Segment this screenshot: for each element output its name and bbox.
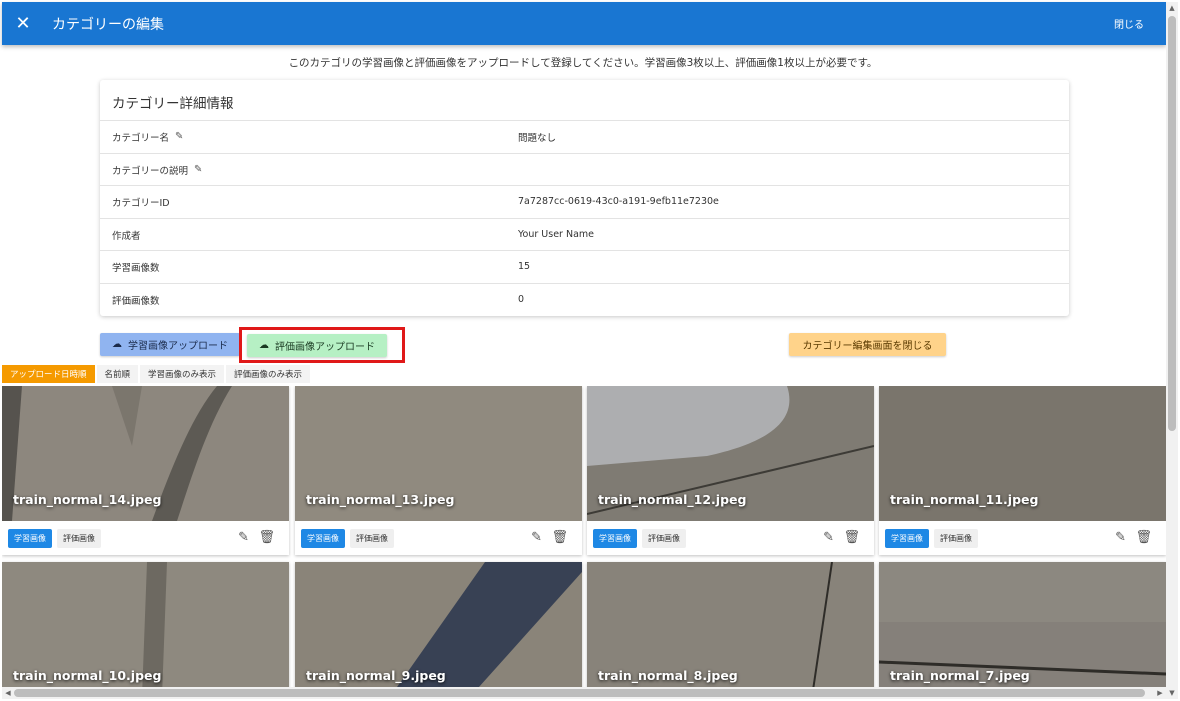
image-thumbnail[interactable]: train_normal_13.jpeg: [295, 386, 582, 521]
close-edit-label: カテゴリー編集画面を閉じる: [802, 341, 933, 352]
detail-row-eval-count: 評価画像数 0: [100, 283, 1069, 315]
pencil-icon[interactable]: ✎: [175, 131, 183, 142]
detail-value: 0: [518, 294, 525, 305]
close-icon[interactable]: ✕: [4, 13, 42, 34]
image-thumbnail[interactable]: train_normal_10.jpeg: [2, 562, 289, 688]
cloud-upload-icon: ☁: [112, 339, 122, 350]
image-card: train_normal_9.jpeg: [295, 562, 582, 688]
sort-tabs: アップロード日時順 名前順 学習画像のみ表示 評価画像のみ表示: [2, 365, 312, 383]
image-actions: 学習画像 評価画像 ✎ 🗑: [587, 521, 874, 555]
close-button[interactable]: 閉じる: [1114, 16, 1144, 31]
image-filename: train_normal_12.jpeg: [598, 492, 747, 507]
eval-chip[interactable]: 評価画像: [934, 528, 978, 548]
image-filename: train_normal_13.jpeg: [306, 492, 455, 507]
upload-train-label: 学習画像アップロード: [128, 341, 228, 352]
trash-icon[interactable]: 🗑: [1135, 530, 1152, 545]
image-actions: 学習画像 評価画像 ✎ 🗑: [879, 521, 1166, 555]
tab-upload-date[interactable]: アップロード日時順: [2, 365, 95, 383]
image-thumbnail[interactable]: train_normal_9.jpeg: [295, 562, 582, 688]
image-card: train_normal_7.jpeg: [879, 562, 1166, 688]
image-thumbnail[interactable]: train_normal_8.jpeg: [587, 562, 874, 688]
scroll-left-icon[interactable]: ◀: [2, 687, 14, 699]
scroll-up-icon[interactable]: ▲: [1166, 2, 1178, 14]
card-title: カテゴリー詳細情報: [112, 96, 234, 112]
train-chip[interactable]: 学習画像: [885, 528, 929, 548]
detail-row-name: カテゴリー名 ✎ 問題なし: [100, 120, 1069, 152]
detail-label: カテゴリーID: [112, 197, 170, 209]
detail-row-id: カテゴリーID 7a7287cc-0619-43c0-a191-9efb11e7…: [100, 185, 1069, 217]
category-details-card: カテゴリー詳細情報 カテゴリー名 ✎ 問題なし カテゴリーの説明 ✎ カテゴリーID…: [100, 80, 1069, 316]
train-chip[interactable]: 学習画像: [8, 528, 52, 548]
detail-label: カテゴリー名: [112, 132, 170, 144]
image-filename: train_normal_11.jpeg: [890, 492, 1039, 507]
detail-label: 評価画像数: [112, 295, 160, 307]
scroll-right-icon[interactable]: ▶: [1154, 687, 1166, 699]
scrollbar-thumb[interactable]: [14, 689, 1145, 697]
train-chip[interactable]: 学習画像: [593, 528, 637, 548]
detail-value: Your User Name: [518, 229, 594, 240]
image-grid: train_normal_14.jpeg 学習画像 評価画像 ✎ 🗑 train…: [2, 386, 1168, 688]
vertical-scrollbar[interactable]: ▲ ▼: [1166, 2, 1178, 699]
upload-train-button[interactable]: ☁ 学習画像アップロード: [100, 333, 240, 356]
eval-chip[interactable]: 評価画像: [642, 528, 686, 548]
image-card: train_normal_11.jpeg 学習画像 評価画像 ✎ 🗑: [879, 386, 1166, 555]
scrollbar-thumb[interactable]: [1168, 16, 1176, 431]
image-filename: train_normal_14.jpeg: [13, 492, 162, 507]
image-thumbnail[interactable]: train_normal_14.jpeg: [2, 386, 289, 521]
image-card: train_normal_13.jpeg 学習画像 評価画像 ✎ 🗑: [295, 386, 582, 555]
pencil-icon[interactable]: ✎: [1115, 530, 1126, 545]
image-card: train_normal_12.jpeg 学習画像 評価画像 ✎ 🗑: [587, 386, 874, 555]
image-thumbnail[interactable]: train_normal_12.jpeg: [587, 386, 874, 521]
image-card: train_normal_14.jpeg 学習画像 評価画像 ✎ 🗑: [2, 386, 289, 555]
image-card: train_normal_8.jpeg: [587, 562, 874, 688]
pencil-icon[interactable]: ✎: [823, 530, 834, 545]
detail-row-description: カテゴリーの説明 ✎: [100, 153, 1069, 185]
dialog-title: カテゴリーの編集: [52, 16, 164, 33]
train-chip[interactable]: 学習画像: [301, 528, 345, 548]
image-thumbnail[interactable]: train_normal_7.jpeg: [879, 562, 1166, 688]
trash-icon[interactable]: 🗑: [551, 530, 568, 545]
image-actions: 学習画像 評価画像 ✎ 🗑: [2, 521, 289, 555]
instruction-text: このカテゴリの学習画像と評価画像をアップロードして登録してください。学習画像3枚…: [288, 57, 878, 69]
close-edit-button[interactable]: カテゴリー編集画面を閉じる: [789, 333, 946, 356]
eval-chip[interactable]: 評価画像: [350, 528, 394, 548]
tab-train-only[interactable]: 学習画像のみ表示: [140, 365, 225, 383]
detail-label: カテゴリーの説明: [112, 165, 189, 177]
pencil-icon[interactable]: ✎: [194, 164, 202, 175]
trash-icon[interactable]: 🗑: [258, 530, 275, 545]
pencil-icon[interactable]: ✎: [238, 530, 249, 545]
detail-value: 問題なし: [518, 132, 557, 144]
image-thumbnail[interactable]: train_normal_11.jpeg: [879, 386, 1166, 521]
horizontal-scrollbar[interactable]: ◀ ▶: [2, 687, 1166, 699]
detail-label: 学習画像数: [112, 262, 160, 274]
detail-row-creator: 作成者 Your User Name: [100, 218, 1069, 250]
detail-label: 作成者: [112, 230, 141, 242]
trash-icon[interactable]: 🗑: [843, 530, 860, 545]
detail-value: 15: [518, 261, 531, 272]
scroll-down-icon[interactable]: ▼: [1166, 687, 1178, 699]
tab-eval-only[interactable]: 評価画像のみ表示: [226, 365, 311, 383]
tab-name[interactable]: 名前順: [96, 365, 139, 383]
image-filename: train_normal_7.jpeg: [890, 668, 1030, 683]
detail-row-train-count: 学習画像数 15: [100, 250, 1069, 282]
image-filename: train_normal_9.jpeg: [306, 668, 446, 683]
detail-value: 7a7287cc-0619-43c0-a191-9efb11e7230e: [518, 196, 719, 207]
highlight-box: [239, 327, 405, 363]
image-actions: 学習画像 評価画像 ✎ 🗑: [295, 521, 582, 555]
dialog-header: ✕ カテゴリーの編集 閉じる: [2, 2, 1166, 45]
image-card: train_normal_10.jpeg: [2, 562, 289, 688]
image-filename: train_normal_8.jpeg: [598, 668, 738, 683]
eval-chip[interactable]: 評価画像: [57, 528, 101, 548]
pencil-icon[interactable]: ✎: [531, 530, 542, 545]
image-filename: train_normal_10.jpeg: [13, 668, 162, 683]
